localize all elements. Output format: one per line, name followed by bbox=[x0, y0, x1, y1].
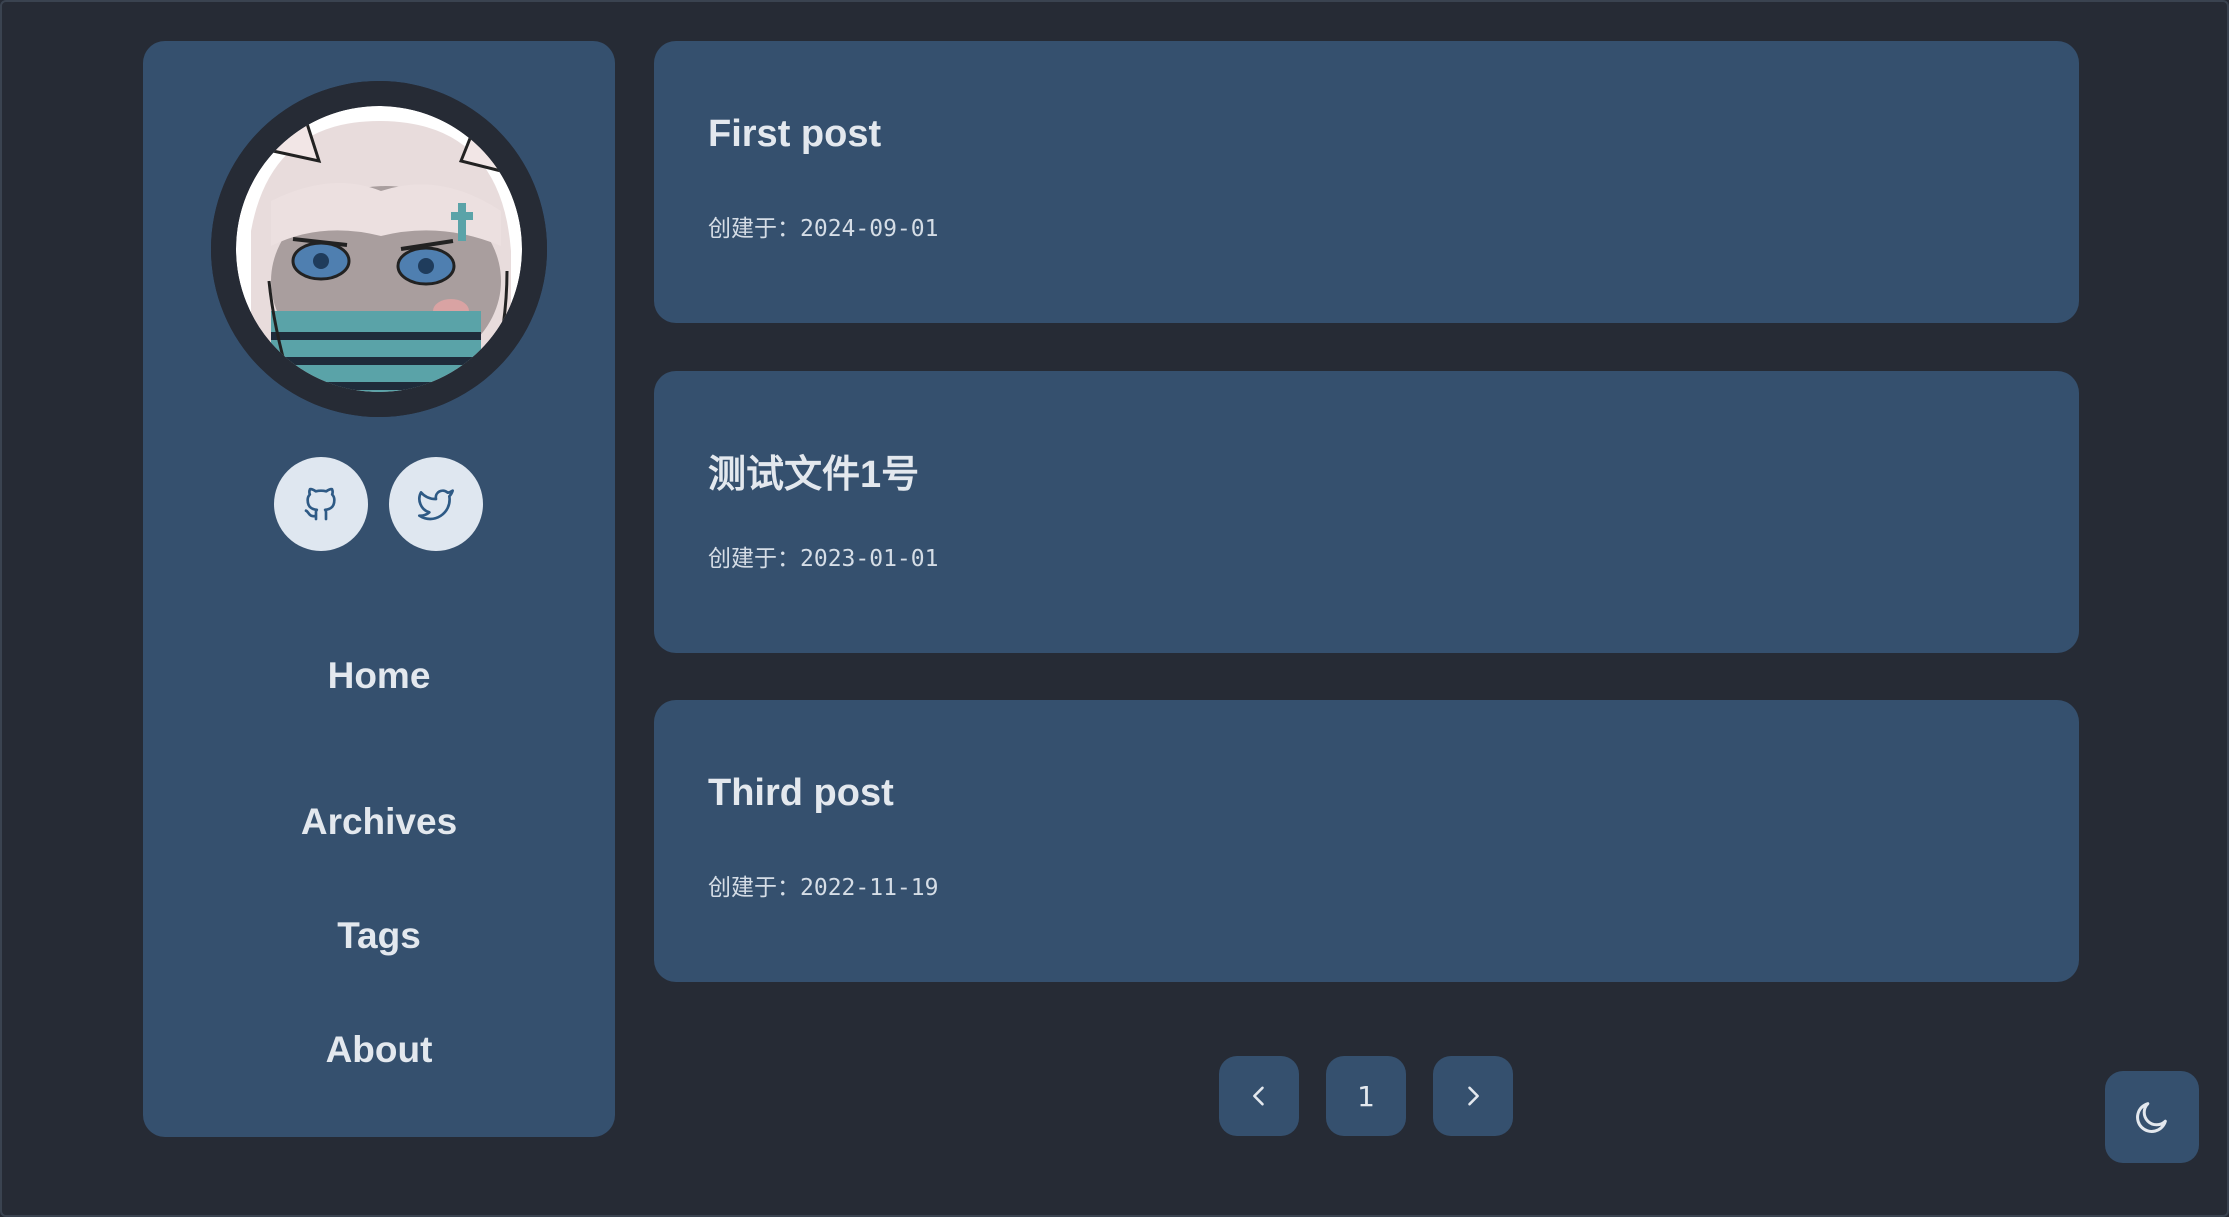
avatar bbox=[211, 81, 547, 417]
nav-tags[interactable]: Tags bbox=[143, 879, 615, 993]
post-title[interactable]: First post bbox=[708, 113, 881, 156]
sidebar-nav: Home Archives Tags About bbox=[143, 651, 615, 1107]
post-date: 创建于：2024-09-01 bbox=[708, 216, 939, 242]
nav-archives[interactable]: Archives bbox=[143, 765, 615, 879]
twitter-icon bbox=[418, 489, 454, 521]
post-card[interactable]: Third post 创建于：2022-11-19 bbox=[654, 700, 2079, 982]
avatar-image bbox=[211, 81, 547, 417]
post-card[interactable]: 测试文件1号 创建于：2023-01-01 bbox=[654, 371, 2079, 653]
post-title[interactable]: Third post bbox=[708, 772, 894, 815]
chevron-left-icon bbox=[1253, 1086, 1264, 1106]
github-icon bbox=[304, 487, 336, 521]
sidebar: Home Archives Tags About bbox=[143, 41, 615, 1137]
page-number-button[interactable]: 1 bbox=[1326, 1056, 1406, 1136]
post-date: 创建于：2022-11-19 bbox=[708, 875, 939, 901]
post-date: 创建于：2023-01-01 bbox=[708, 546, 939, 572]
post-title[interactable]: 测试文件1号 bbox=[708, 443, 919, 498]
post-card[interactable]: First post 创建于：2024-09-01 bbox=[654, 41, 2079, 323]
twitter-button[interactable] bbox=[389, 457, 483, 551]
nav-about[interactable]: About bbox=[143, 993, 615, 1107]
github-button[interactable] bbox=[274, 457, 368, 551]
chevron-right-icon bbox=[1468, 1086, 1479, 1106]
prev-page-button[interactable] bbox=[1219, 1056, 1299, 1136]
nav-home[interactable]: Home bbox=[143, 651, 615, 765]
next-page-button[interactable] bbox=[1433, 1056, 1513, 1136]
theme-toggle-button[interactable] bbox=[2105, 1071, 2199, 1163]
moon-icon bbox=[2136, 1102, 2167, 1133]
